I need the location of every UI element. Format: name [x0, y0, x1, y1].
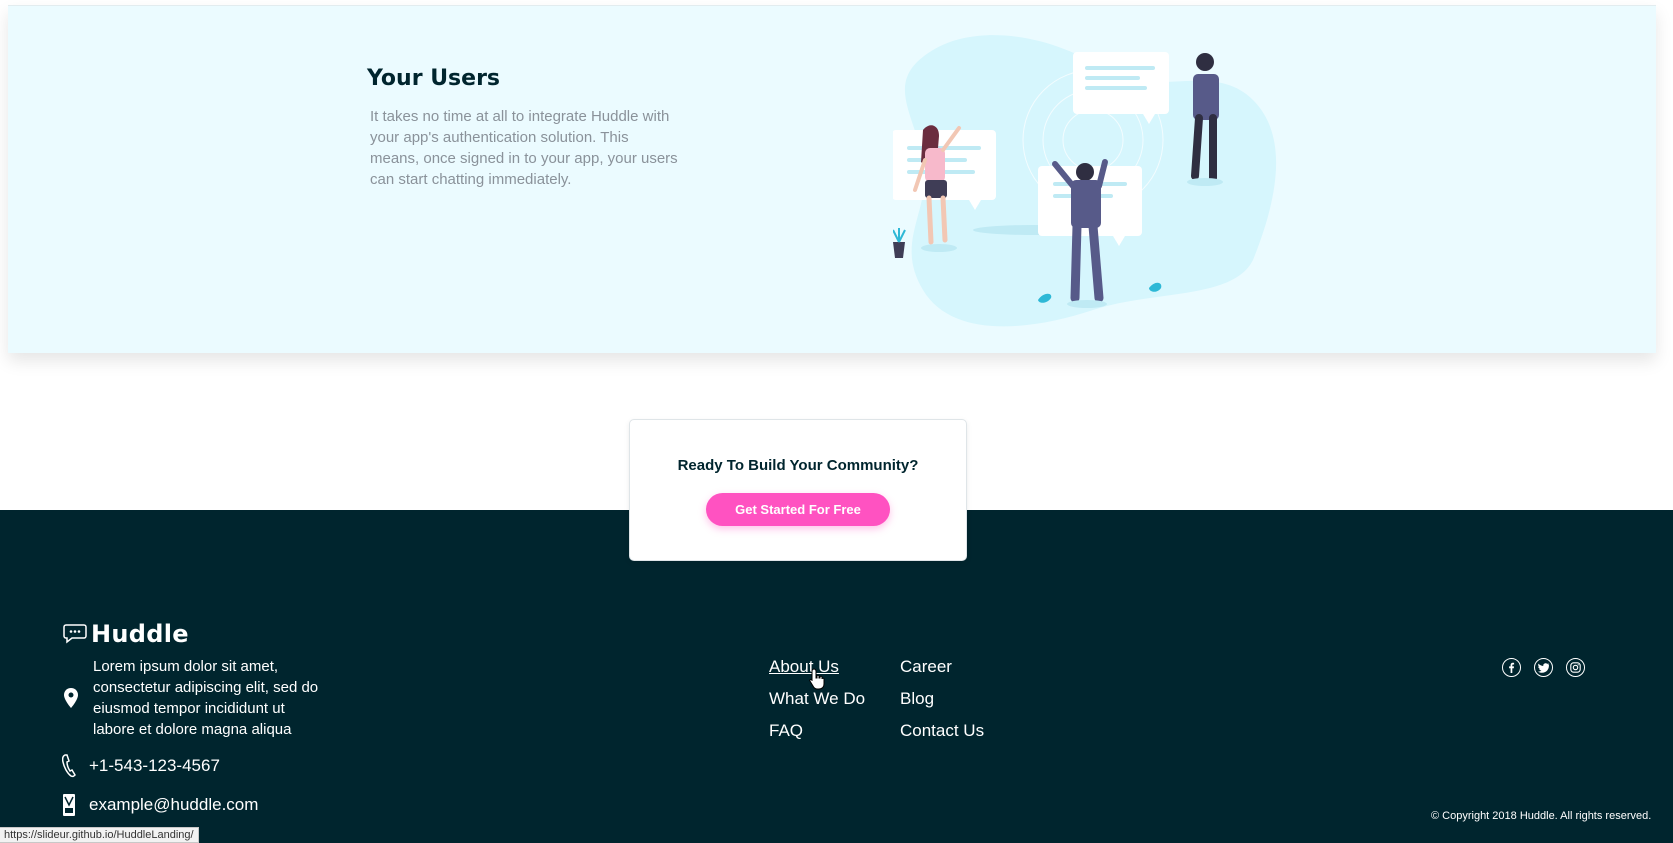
cta-title: Ready To Build Your Community? — [677, 457, 919, 474]
footer-phone[interactable]: +1-543-123-4567 — [89, 756, 220, 776]
location-pin-icon — [64, 688, 78, 708]
phone-icon — [62, 754, 76, 778]
brand-name: Huddle — [91, 620, 189, 648]
feature-title: Your Users — [367, 66, 501, 91]
footer-link-career[interactable]: Career — [900, 657, 952, 677]
feature-description: It takes no time at all to integrate Hud… — [370, 108, 678, 188]
feature-card-your-users: Your Users It takes no time at all to in… — [8, 5, 1656, 353]
email-icon — [63, 794, 75, 816]
twitter-icon[interactable] — [1534, 658, 1553, 677]
footer-link-faq[interactable]: FAQ — [769, 721, 803, 741]
footer-brand[interactable]: Huddle — [63, 620, 189, 648]
footer-email[interactable]: example@huddle.com — [89, 795, 258, 815]
instagram-icon[interactable] — [1566, 658, 1585, 677]
facebook-icon[interactable] — [1502, 658, 1521, 677]
page: Your Users It takes no time at all to in… — [0, 0, 1673, 843]
chat-bubble-icon — [63, 624, 87, 644]
footer-address: Lorem ipsum dolor sit amet, consectetur … — [93, 658, 319, 738]
footer-link-contact-us[interactable]: Contact Us — [900, 721, 984, 741]
footer-link-what-we-do[interactable]: What We Do — [769, 689, 865, 709]
browser-status-bar-url: https://slideur.github.io/HuddleLanding/ — [0, 827, 199, 843]
cta-card: Ready To Build Your Community? Get Start… — [629, 419, 967, 561]
people-chatting-illustration — [893, 35, 1277, 327]
copyright-text: © Copyright 2018 Huddle. All rights rese… — [1431, 810, 1652, 822]
get-started-button[interactable]: Get Started For Free — [706, 493, 890, 526]
footer-link-about-us[interactable]: About Us — [769, 657, 839, 677]
footer-link-blog[interactable]: Blog — [900, 689, 934, 709]
hand-cursor-icon — [809, 668, 825, 690]
